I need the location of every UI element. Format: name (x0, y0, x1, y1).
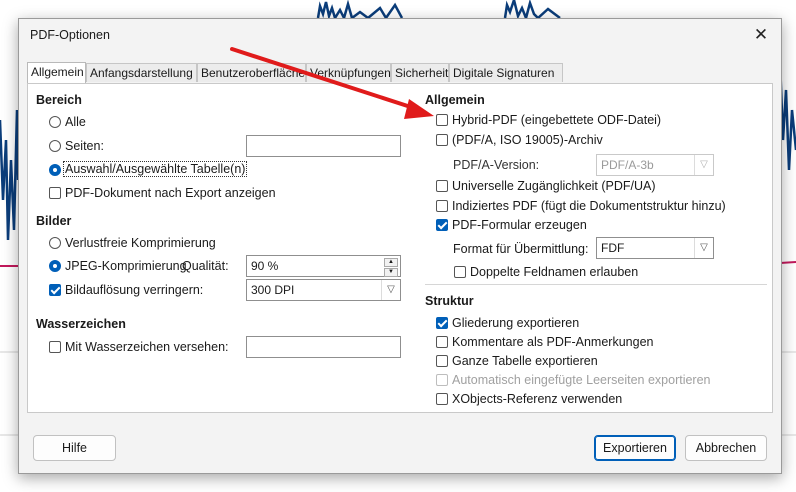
hybrid-pdf-checkbox[interactable] (436, 114, 448, 126)
tagged-pdf-label: Indiziertes PDF (fügt die Dokumentstrukt… (452, 199, 726, 213)
resolution-value: 300 DPI (251, 283, 295, 297)
reduce-resolution-label: Bildauflösung verringern: (65, 283, 204, 297)
export-outline-label: Gliederung exportieren (452, 316, 580, 330)
range-pages-label: Seiten: (65, 139, 104, 153)
range-all-radio[interactable] (49, 116, 61, 128)
submit-format-select[interactable]: FDF ▽ (596, 237, 714, 259)
quality-label: Qualität: (182, 259, 229, 273)
submit-format-label: Format für Übermittlung: (453, 242, 589, 256)
tab-sicherheit[interactable]: Sicherheit (391, 63, 449, 82)
allgemein-heading: Allgemein (425, 93, 485, 107)
title-bar: PDF-Optionen ✕ (19, 19, 781, 51)
pdfua-checkbox[interactable] (436, 180, 448, 192)
view-after-export-label: PDF-Dokument nach Export anzeigen (65, 186, 276, 200)
close-icon[interactable]: ✕ (741, 19, 781, 51)
view-after-export-checkbox[interactable] (49, 187, 61, 199)
hybrid-pdf-label: Hybrid-PDF (eingebettete ODF-Datei) (452, 113, 662, 127)
chevron-down-icon: ▽ (694, 238, 713, 258)
pdfa-version-select[interactable]: PDF/A-3b ▽ (596, 154, 714, 176)
range-selection-label: Auswahl/Ausgewählte Tabelle(n) (63, 161, 248, 177)
quality-spinbox[interactable]: 90 % ▲ ▼ (246, 255, 401, 277)
bereich-heading: Bereich (36, 93, 82, 107)
create-form-label: PDF-Formular erzeugen (452, 218, 587, 232)
comments-checkbox[interactable] (436, 336, 448, 348)
lossless-radio[interactable] (49, 237, 61, 249)
dialog-title: PDF-Optionen (30, 28, 110, 42)
tab-benutzeroberflaeche[interactable]: Benutzeroberfläche (197, 63, 306, 82)
xobjects-label: XObjects-Referenz verwenden (452, 392, 623, 406)
chevron-down-icon: ▽ (381, 280, 400, 300)
pdfua-label: Universelle Zugänglichkeit (PDF/UA) (452, 179, 656, 193)
whole-sheet-label: Ganze Tabelle exportieren (452, 354, 598, 368)
pdfa-version-label: PDF/A-Version: (453, 158, 540, 172)
struktur-heading: Struktur (425, 294, 474, 308)
range-selection-radio[interactable] (49, 164, 61, 176)
export-outline-checkbox[interactable] (436, 317, 448, 329)
submit-format-value: FDF (601, 241, 625, 255)
tab-panel-allgemein: Bereich Alle Seiten: Auswahl/Ausgewählte… (27, 83, 773, 413)
tab-allgemein[interactable]: Allgemein (27, 62, 86, 83)
watermark-input[interactable] (246, 336, 401, 358)
range-pages-radio[interactable] (49, 140, 61, 152)
tab-digitale-signaturen[interactable]: Digitale Signaturen (449, 63, 563, 82)
duplicate-field-names-label: Doppelte Feldnamen erlauben (470, 265, 639, 279)
pdfa-checkbox[interactable] (436, 134, 448, 146)
bilder-heading: Bilder (36, 214, 72, 228)
lossless-label: Verlustfreie Komprimierung (65, 236, 216, 250)
wasserzeichen-heading: Wasserzeichen (36, 317, 126, 331)
tab-verknuepfungen[interactable]: Verknüpfungen (306, 63, 391, 82)
pages-input[interactable] (246, 135, 401, 157)
pdfa-version-value: PDF/A-3b (601, 158, 654, 172)
duplicate-field-names-checkbox[interactable] (454, 266, 466, 278)
export-button[interactable]: Exportieren (594, 435, 676, 461)
section-separator (425, 284, 767, 285)
chevron-down-icon: ▽ (694, 155, 713, 175)
jpeg-radio[interactable] (49, 260, 61, 272)
quality-spin-buttons[interactable]: ▲ ▼ (384, 258, 398, 277)
auto-blank-pages-checkbox[interactable] (436, 374, 448, 386)
comments-label: Kommentare als PDF-Anmerkungen (452, 335, 654, 349)
tab-anfangsdarstellung[interactable]: Anfangsdarstellung (86, 63, 197, 82)
tagged-pdf-checkbox[interactable] (436, 200, 448, 212)
reduce-resolution-checkbox[interactable] (49, 284, 61, 296)
jpeg-label: JPEG-Komprimierung (65, 259, 187, 273)
cancel-button[interactable]: Abbrechen (685, 435, 767, 461)
pdf-options-dialog: PDF-Optionen ✕ Allgemein Anfangsdarstell… (18, 18, 782, 474)
xobjects-checkbox[interactable] (436, 393, 448, 405)
auto-blank-pages-label: Automatisch eingefügte Leerseiten export… (452, 373, 711, 387)
watermark-label: Mit Wasserzeichen versehen: (65, 340, 229, 354)
range-all-label: Alle (65, 115, 86, 129)
whole-sheet-checkbox[interactable] (436, 355, 448, 367)
pdfa-label: (PDF/A, ISO 19005)-Archiv (452, 133, 603, 147)
create-form-checkbox[interactable] (436, 219, 448, 231)
quality-value: 90 % (251, 259, 279, 273)
help-button[interactable]: Hilfe (33, 435, 116, 461)
resolution-select[interactable]: 300 DPI ▽ (246, 279, 401, 301)
watermark-checkbox[interactable] (49, 341, 61, 353)
